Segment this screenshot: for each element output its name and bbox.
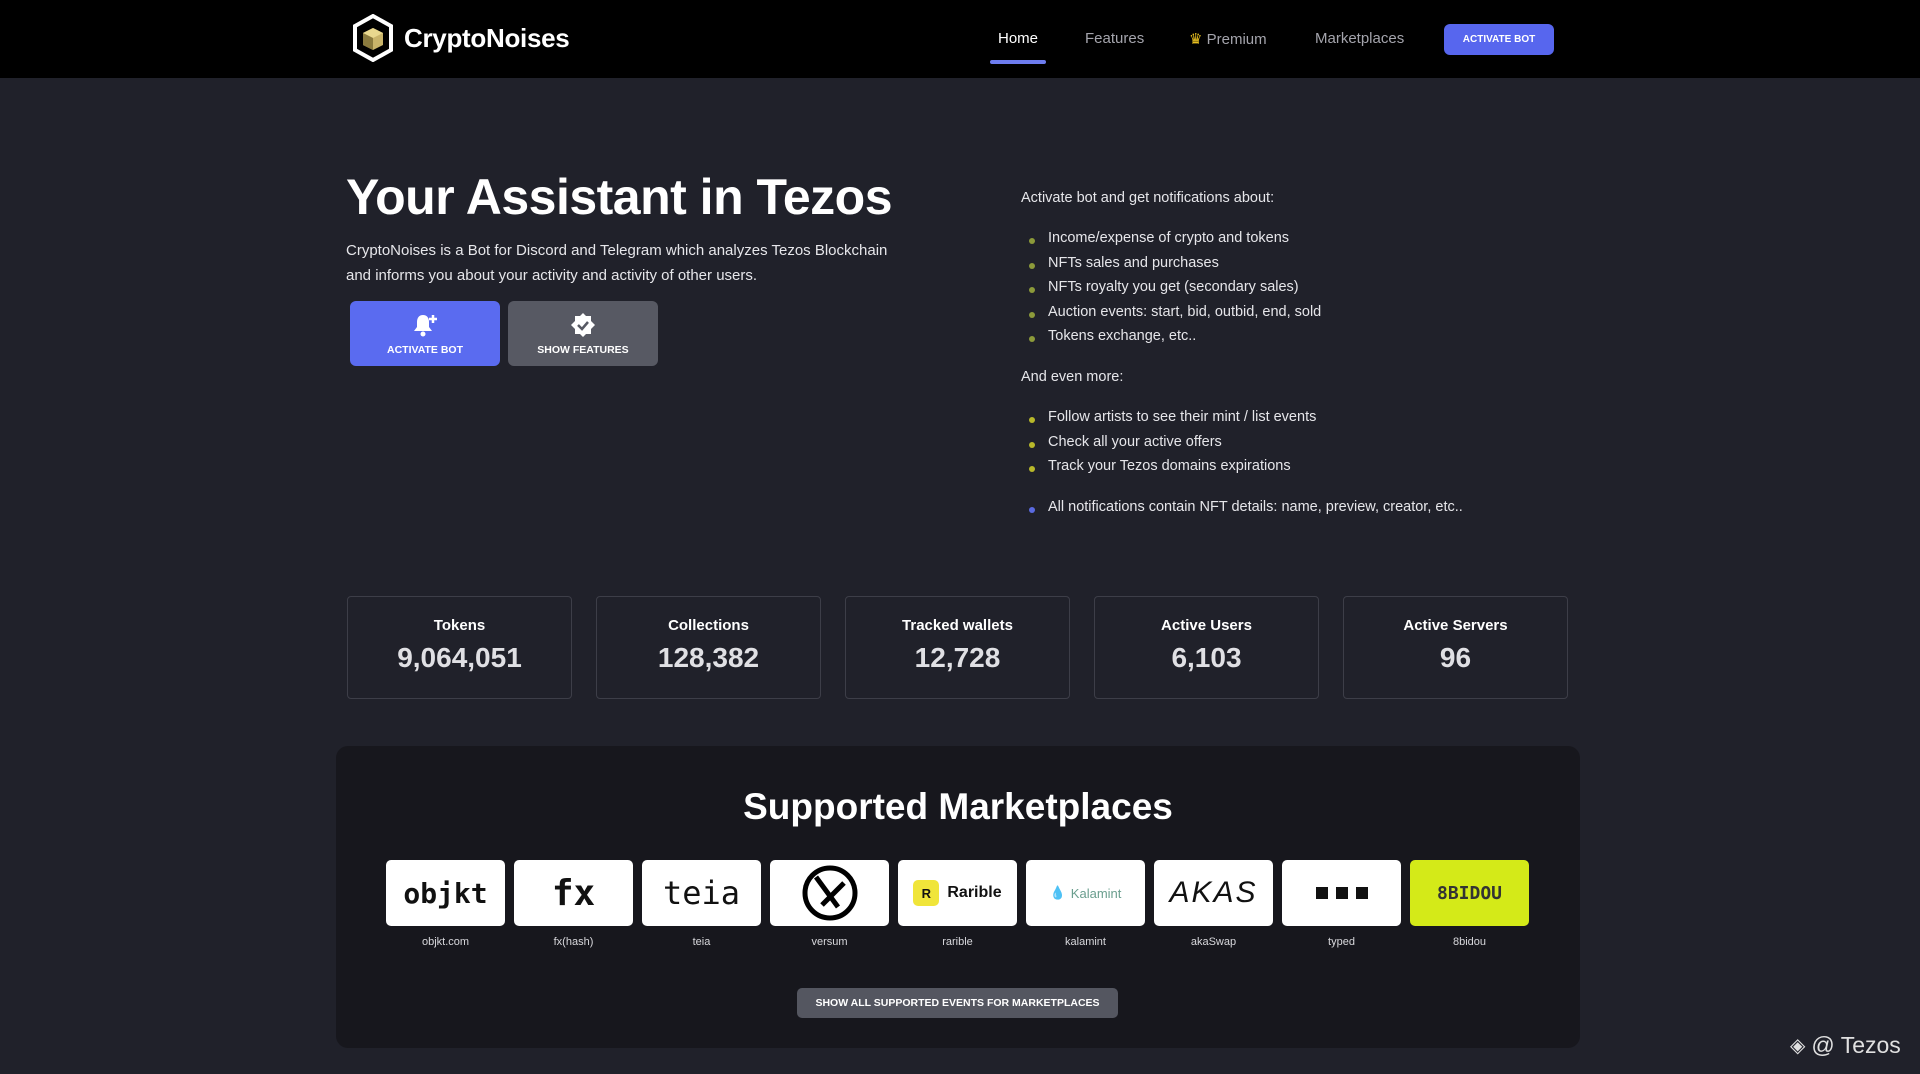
stat-label: Tokens bbox=[433, 617, 486, 634]
rarible-logo-text: Rarible bbox=[947, 884, 1002, 901]
nav-premium-label: Premium bbox=[1206, 31, 1267, 48]
watermark-text: @ Tezos bbox=[1811, 1032, 1901, 1058]
list-item: Income/expense of crypto and tokens bbox=[1021, 230, 1289, 246]
marketplace-label: objkt.com bbox=[421, 936, 470, 948]
list-item: All notifications contain NFT details: n… bbox=[1021, 499, 1463, 515]
watermark: ◈ @ Tezos bbox=[1790, 1032, 1901, 1059]
stat-value: 9,064,051 bbox=[397, 642, 522, 673]
bell-plus-icon bbox=[414, 314, 437, 336]
nav-activate-bot-button[interactable]: ACTIVATE BOT bbox=[1444, 24, 1554, 55]
marketplace-label: teia bbox=[692, 936, 711, 948]
fxhash-logo: fx bbox=[514, 860, 633, 926]
list-item: Follow artists to see their mint / list … bbox=[1021, 409, 1316, 425]
marketplaces-title: Supported Marketplaces bbox=[743, 786, 1173, 827]
stat-card-collections: Collections 128,382 bbox=[596, 596, 821, 699]
stat-label: Active Users bbox=[1161, 617, 1252, 634]
brand-logo[interactable]: CryptoNoises bbox=[352, 14, 570, 62]
stat-value: 96 bbox=[1439, 642, 1472, 673]
marketplace-objkt[interactable]: objkt objkt.com bbox=[386, 860, 505, 948]
stat-value: 12,728 bbox=[914, 642, 1001, 673]
stat-card-tokens: Tokens 9,064,051 bbox=[347, 596, 572, 699]
marketplace-label: akaSwap bbox=[1190, 936, 1237, 948]
marketplace-teia[interactable]: teia teia bbox=[642, 860, 761, 948]
nav-features[interactable]: Features bbox=[1085, 30, 1144, 47]
nav-home[interactable]: Home bbox=[998, 30, 1038, 47]
top-nav: CryptoNoises Home Features ♛ Premium Mar… bbox=[0, 0, 1920, 78]
marketplace-label: typed bbox=[1328, 936, 1355, 948]
akaswap-logo: AKAS bbox=[1154, 860, 1273, 926]
marketplace-label: versum bbox=[811, 936, 848, 948]
marketplace-label: kalamint bbox=[1065, 936, 1106, 948]
hero-description: CryptoNoises is a Bot for Discord and Te… bbox=[346, 242, 888, 284]
marketplace-rarible[interactable]: R Rarible rarible bbox=[898, 860, 1017, 948]
stat-label: Tracked wallets bbox=[902, 617, 1013, 634]
marketplace-akaswap[interactable]: AKAS akaSwap bbox=[1154, 860, 1273, 948]
notifications-intro: Activate bot and get notifications about… bbox=[1021, 190, 1275, 206]
stat-card-active-servers: Active Servers 96 bbox=[1343, 596, 1568, 699]
marketplace-label: 8bidou bbox=[1452, 936, 1487, 948]
activate-bot-label: ACTIVATE BOT bbox=[386, 343, 464, 356]
stat-card-active-users: Active Users 6,103 bbox=[1094, 596, 1319, 699]
active-tab-indicator bbox=[990, 60, 1046, 64]
kalamint-logo: 💧 Kalamint bbox=[1026, 860, 1145, 926]
marketplace-kalamint[interactable]: 💧 Kalamint kalamint bbox=[1026, 860, 1145, 948]
marketplace-8bidou[interactable]: 8BIDOU 8bidou bbox=[1410, 860, 1529, 948]
show-all-events-button[interactable]: SHOW ALL SUPPORTED EVENTS FOR MARKETPLAC… bbox=[797, 988, 1118, 1018]
list-item: Track your Tezos domains expirations bbox=[1021, 458, 1291, 474]
list-item: NFTs sales and purchases bbox=[1021, 255, 1219, 271]
rarible-r-icon: R bbox=[913, 880, 940, 906]
nav-marketplaces[interactable]: Marketplaces bbox=[1315, 30, 1404, 47]
objkt-logo: objkt bbox=[386, 860, 505, 926]
more-intro: And even more: bbox=[1021, 369, 1124, 385]
stat-label: Active Servers bbox=[1403, 617, 1508, 634]
typed-logo bbox=[1282, 860, 1401, 926]
activate-bot-button[interactable]: ACTIVATE BOT bbox=[350, 301, 500, 366]
marketplace-typed[interactable]: typed bbox=[1282, 860, 1401, 948]
hero-title: Your Assistant in Tezos bbox=[346, 169, 893, 225]
stat-value: 128,382 bbox=[657, 642, 760, 673]
crown-icon: ♛ bbox=[1189, 31, 1203, 48]
nav-premium[interactable]: ♛ Premium bbox=[1189, 30, 1267, 48]
cube-logo-icon bbox=[353, 14, 393, 62]
drop-icon: 💧 bbox=[1049, 885, 1066, 900]
teia-logo: teia bbox=[642, 860, 761, 926]
marketplace-label: rarible bbox=[942, 936, 973, 948]
versum-logo-icon bbox=[802, 865, 857, 921]
stat-card-tracked-wallets: Tracked wallets 12,728 bbox=[845, 596, 1070, 699]
list-item: Check all your active offers bbox=[1021, 434, 1222, 450]
marketplaces-panel: Supported Marketplaces objkt objkt.com fx… bbox=[336, 746, 1580, 1048]
rarible-logo: R Rarible bbox=[898, 860, 1017, 926]
list-item: NFTs royalty you get (secondary sales) bbox=[1021, 279, 1299, 295]
list-item: Tokens exchange, etc.. bbox=[1021, 328, 1196, 344]
show-features-button[interactable]: SHOW FEATURES bbox=[508, 301, 658, 366]
kalamint-logo-text: Kalamint bbox=[1070, 885, 1122, 901]
verified-badge-icon bbox=[571, 312, 595, 337]
diamond-icon: ◈ bbox=[1790, 1035, 1806, 1057]
versum-logo bbox=[770, 860, 889, 926]
marketplace-label: fx(hash) bbox=[553, 936, 594, 948]
marketplace-fxhash[interactable]: fx fx(hash) bbox=[514, 860, 633, 948]
brand-name: CryptoNoises bbox=[404, 22, 570, 53]
show-features-label: SHOW FEATURES bbox=[537, 343, 629, 356]
stat-label: Collections bbox=[668, 617, 749, 634]
marketplace-versum[interactable]: versum bbox=[770, 860, 889, 948]
8bidou-logo: 8BIDOU bbox=[1410, 860, 1529, 926]
stat-value: 6,103 bbox=[1171, 642, 1242, 673]
list-item: Auction events: start, bid, outbid, end,… bbox=[1021, 304, 1321, 320]
